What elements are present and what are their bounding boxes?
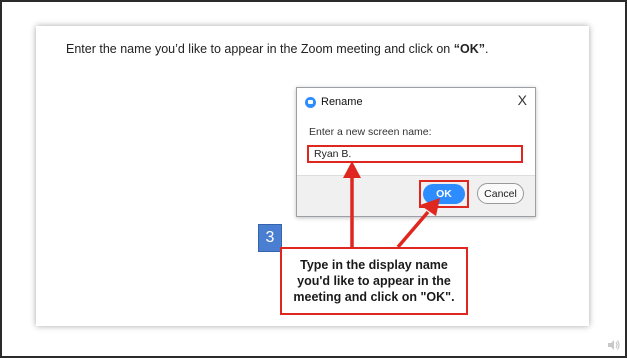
rename-dialog: Rename X Enter a new screen name: Ryan B…: [296, 87, 536, 217]
callout-text: Type in the display name you'd like to a…: [293, 258, 455, 304]
step-number-badge: 3: [258, 224, 282, 252]
speaker-icon[interactable]: [607, 339, 621, 351]
instruction-callout: Type in the display name you'd like to a…: [280, 247, 468, 315]
dialog-button-bar: OK Cancel: [297, 175, 535, 216]
dialog-title: Rename: [321, 96, 363, 108]
screen-name-value: Ryan B.: [314, 148, 352, 160]
instruction-ok-emphasis: “OK”: [453, 42, 485, 56]
dialog-title-bar: Rename: [305, 94, 363, 110]
instruction-text-end: .: [484, 42, 489, 56]
screen-name-label: Enter a new screen name:: [309, 126, 432, 138]
screen-name-input[interactable]: Ryan B.: [307, 145, 523, 163]
instruction-text: Enter the name you’d like to appear in t…: [66, 42, 488, 56]
ok-button[interactable]: OK: [423, 184, 465, 204]
cancel-button[interactable]: Cancel: [477, 183, 524, 204]
instruction-text-start: Enter the name you’d like to appear in t…: [66, 42, 454, 56]
close-icon[interactable]: X: [518, 92, 527, 108]
zoom-logo-icon: [305, 96, 316, 108]
